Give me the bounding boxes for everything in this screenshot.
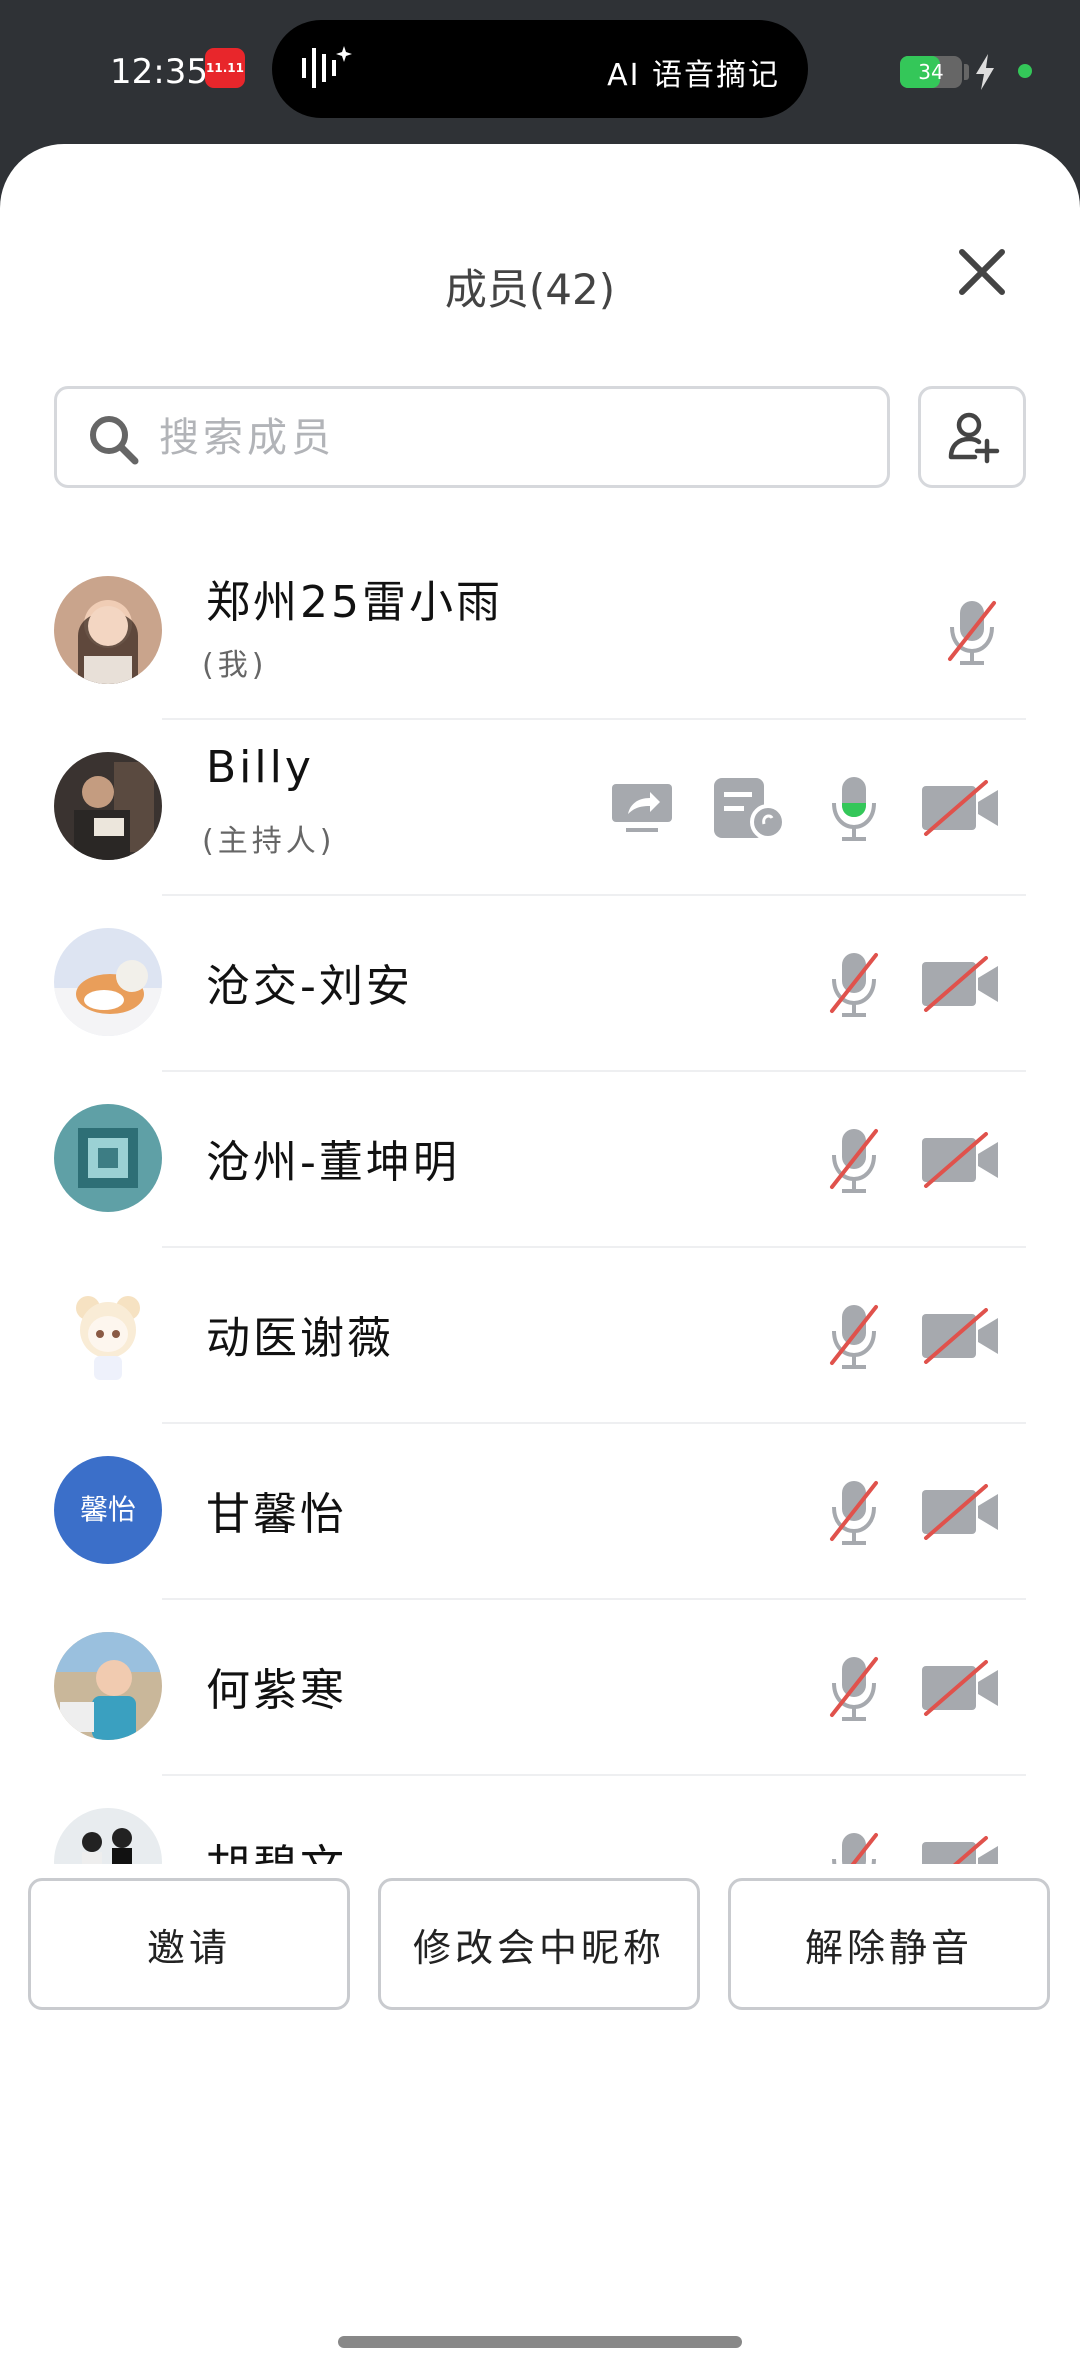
member-row[interactable]: 何紫寒	[0, 1600, 1080, 1776]
member-name: 沧交-刘安	[206, 961, 413, 1012]
notes-icon[interactable]	[712, 776, 788, 844]
avatar[interactable]	[54, 1632, 162, 1740]
sheet-title: 成员(42)	[444, 265, 616, 314]
shopping-app-icon: 11.11	[205, 48, 245, 88]
member-row[interactable]: 沧交-刘安	[0, 896, 1080, 1072]
screen-share-icon[interactable]	[610, 780, 674, 840]
camera-off-icon[interactable]	[920, 1132, 1000, 1192]
dynamic-island[interactable]: AI 语音摘记	[272, 20, 808, 118]
privacy-indicator-dot	[1018, 64, 1032, 78]
mic-muted-icon[interactable]	[826, 1125, 882, 1199]
mic-muted-icon[interactable]	[826, 949, 882, 1023]
search-input[interactable]	[157, 389, 861, 487]
member-role-tag: (主持人)	[202, 824, 336, 859]
close-icon[interactable]	[950, 240, 1014, 304]
camera-off-icon[interactable]	[920, 1484, 1000, 1544]
invite-button[interactable]: 邀请	[28, 1878, 350, 2010]
status-bar: 12:35 11.11 AI 语音摘记 34	[0, 0, 1080, 150]
app-badge-label: 11.11	[206, 61, 244, 75]
avatar[interactable]	[54, 576, 162, 684]
camera-off-icon[interactable]	[920, 780, 1000, 840]
member-row[interactable]: Billy (主持人)	[0, 720, 1080, 896]
mic-muted-icon[interactable]	[826, 1477, 882, 1551]
status-time: 12:35	[110, 52, 208, 92]
camera-off-icon[interactable]	[920, 1660, 1000, 1720]
avatar[interactable]	[54, 1104, 162, 1212]
member-row[interactable]: 胡碧文	[0, 1776, 1080, 1874]
camera-off-icon[interactable]	[920, 1308, 1000, 1368]
rename-button[interactable]: 修改会中昵称	[378, 1878, 700, 2010]
members-sheet: 成员(42) 郑州25雷小雨 (我) Billy (主持人) 沧交-刘安沧州-董坤明动医…	[0, 144, 1080, 2373]
avatar[interactable]	[54, 928, 162, 1036]
voice-wave-icon	[302, 46, 352, 88]
action-bar: 邀请 修改会中昵称 解除静音	[0, 1864, 1080, 2373]
avatar[interactable]: 馨怡	[54, 1456, 162, 1564]
mic-muted-icon[interactable]	[944, 597, 1000, 671]
island-label: AI 语音摘记	[607, 58, 780, 93]
mic-muted-icon[interactable]	[826, 1653, 882, 1727]
member-row[interactable]: 馨怡 甘馨怡	[0, 1424, 1080, 1600]
unmute-all-button[interactable]: 解除静音	[728, 1878, 1050, 2010]
search-icon	[90, 416, 139, 465]
member-row[interactable]: 动医谢薇	[0, 1248, 1080, 1424]
member-row[interactable]: 沧州-董坤明	[0, 1072, 1080, 1248]
charging-icon	[976, 54, 994, 90]
member-name: 郑州25雷小雨	[206, 577, 503, 628]
add-member-button[interactable]	[918, 386, 1026, 488]
member-name: Billy	[206, 742, 314, 793]
avatar[interactable]	[54, 1280, 162, 1388]
member-name: 动医谢薇	[206, 1313, 394, 1364]
search-box[interactable]	[54, 386, 890, 488]
home-indicator	[338, 2336, 742, 2348]
mic-active-icon[interactable]	[826, 773, 882, 847]
member-list[interactable]: 郑州25雷小雨 (我) Billy (主持人) 沧交-刘安沧州-董坤明 动医谢薇馨怡 甘馨怡…	[0, 544, 1080, 1874]
member-name: 何紫寒	[206, 1665, 347, 1716]
member-name: 甘馨怡	[206, 1489, 347, 1540]
battery-icon: 34	[900, 56, 962, 88]
camera-off-icon[interactable]	[920, 956, 1000, 1016]
member-row[interactable]: 郑州25雷小雨 (我)	[0, 544, 1080, 720]
battery-tip	[964, 64, 969, 80]
add-user-icon	[948, 412, 1000, 464]
member-role-tag: (我)	[202, 648, 268, 683]
mic-muted-icon[interactable]	[826, 1301, 882, 1375]
avatar[interactable]	[54, 752, 162, 860]
avatar-initials: 馨怡	[54, 1456, 162, 1564]
member-name: 沧州-董坤明	[206, 1137, 460, 1188]
battery-level: 34	[918, 60, 944, 84]
